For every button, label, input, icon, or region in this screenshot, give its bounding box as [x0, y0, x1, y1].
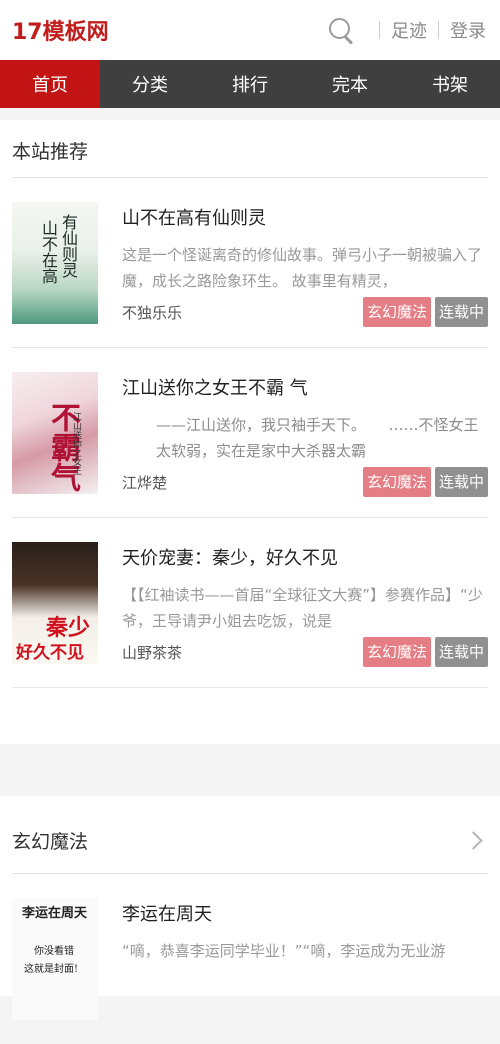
footprint-link[interactable]: 足迹	[391, 17, 427, 43]
book-meta: 山野茶茶 玄幻魔法 连载中	[122, 637, 488, 667]
book-cover[interactable]: 不霸气 江山送你之女王	[12, 372, 98, 494]
status-badge: 连载中	[434, 637, 488, 667]
cover-text: 李运在周天	[22, 906, 88, 921]
divider	[379, 21, 380, 39]
genre-tag[interactable]: 玄幻魔法	[362, 297, 431, 327]
book-meta: 江烨楚 玄幻魔法 连载中	[122, 467, 488, 497]
site-logo[interactable]: 17模板网	[12, 14, 109, 46]
top-header: 17模板网 足迹 登录	[0, 0, 500, 60]
recommend-section: 本站推荐 有仙则灵 山不在高 山不在高有仙则灵 这是一个怪诞离奇的修仙故事。弹弓…	[0, 120, 500, 744]
book-title[interactable]: 江山送你之女王不霸 气	[122, 374, 488, 400]
book-description: 【【红袖读书——首届“全球征文大赛”】参赛作品】“少爷，王导请尹小姐去吃饭，说是	[122, 586, 483, 630]
chevron-right-icon[interactable]	[464, 831, 483, 850]
book-author[interactable]: 山野茶茶	[122, 642, 359, 663]
section-title: 玄幻魔法	[12, 831, 89, 853]
status-badge: 连载中	[434, 467, 488, 497]
nav-tab-completed[interactable]: 完本	[300, 60, 400, 108]
book-description: “嘀，恭喜李运同学毕业！”“嘀，李运成为无业游	[122, 942, 446, 960]
cover-text: 你没看错	[34, 946, 74, 957]
book-item[interactable]: 不霸气 江山送你之女王 江山送你之女王不霸 气 ——江山送你，我只袖手天下。 ……	[12, 348, 488, 518]
cover-text: 这就是封面!	[24, 964, 79, 975]
book-info: 李运在周天 “嘀，恭喜李运同学毕业！”“嘀，李运成为无业游	[122, 898, 488, 1020]
book-meta: 不独乐乐 玄幻魔法 连载中	[122, 297, 488, 327]
book-cover[interactable]: 秦少 好久不见	[12, 542, 98, 664]
nav-tab-bookshelf[interactable]: 书架	[400, 60, 500, 108]
book-item[interactable]: 秦少 好久不见 天价宠妻：秦少，好久不见 【【红袖读书——首届“全球征文大赛”】…	[12, 518, 488, 688]
header-actions: 足迹 登录	[328, 17, 486, 45]
nav-tab-ranking[interactable]: 排行	[200, 60, 300, 108]
book-cover[interactable]: 李运在周天 你没看错 这就是封面!	[12, 898, 98, 1020]
divider	[438, 21, 439, 39]
main-nav: 首页 分类 排行 完本 书架	[0, 60, 500, 108]
book-item[interactable]: 李运在周天 你没看错 这就是封面! 李运在周天 “嘀，恭喜李运同学毕业！”“嘀，…	[12, 874, 488, 1044]
section-header: 本站推荐	[12, 120, 488, 178]
section-title: 本站推荐	[12, 141, 89, 163]
book-cover[interactable]: 有仙则灵 山不在高	[12, 202, 98, 324]
book-info: 江山送你之女王不霸 气 ——江山送你，我只袖手天下。 ……不怪女王太软弱，实在是…	[122, 372, 488, 497]
book-info: 山不在高有仙则灵 这是一个怪诞离奇的修仙故事。弹弓小子一朝被骗入了魔，成长之路险…	[122, 202, 488, 327]
genre-tag[interactable]: 玄幻魔法	[362, 467, 431, 497]
book-author[interactable]: 不独乐乐	[122, 302, 359, 323]
genre-tag[interactable]: 玄幻魔法	[362, 637, 431, 667]
book-author[interactable]: 江烨楚	[122, 472, 359, 493]
book-item[interactable]: 有仙则灵 山不在高 山不在高有仙则灵 这是一个怪诞离奇的修仙故事。弹弓小子一朝被…	[12, 178, 488, 348]
cover-text: 好久不见	[16, 643, 84, 663]
fantasy-section: 玄幻魔法 李运在周天 你没看错 这就是封面! 李运在周天 “嘀，恭喜李运同学毕业…	[0, 796, 500, 1020]
book-info: 天价宠妻：秦少，好久不见 【【红袖读书——首届“全球征文大赛”】参赛作品】“少爷…	[122, 542, 488, 667]
book-title[interactable]: 山不在高有仙则灵	[122, 204, 488, 230]
cover-text: 江山送你之女王	[71, 412, 81, 475]
book-title[interactable]: 天价宠妻：秦少，好久不见	[122, 544, 488, 570]
status-badge: 连载中	[434, 297, 488, 327]
nav-tab-category[interactable]: 分类	[100, 60, 200, 108]
section-header[interactable]: 玄幻魔法	[12, 796, 488, 874]
search-icon[interactable]	[328, 17, 354, 45]
book-title[interactable]: 李运在周天	[122, 900, 488, 926]
login-link[interactable]: 登录	[450, 17, 486, 43]
book-description: ——江山送你，我只袖手天下。 ……不怪女王太软弱，实在是家中大杀器太霸	[156, 416, 479, 460]
nav-tab-home[interactable]: 首页	[0, 60, 100, 108]
cover-text: 山不在高	[39, 220, 58, 284]
book-description: 这是一个怪诞离奇的修仙故事。弹弓小子一朝被骗入了魔，成长之路险象环生。 故事里有…	[122, 246, 483, 290]
